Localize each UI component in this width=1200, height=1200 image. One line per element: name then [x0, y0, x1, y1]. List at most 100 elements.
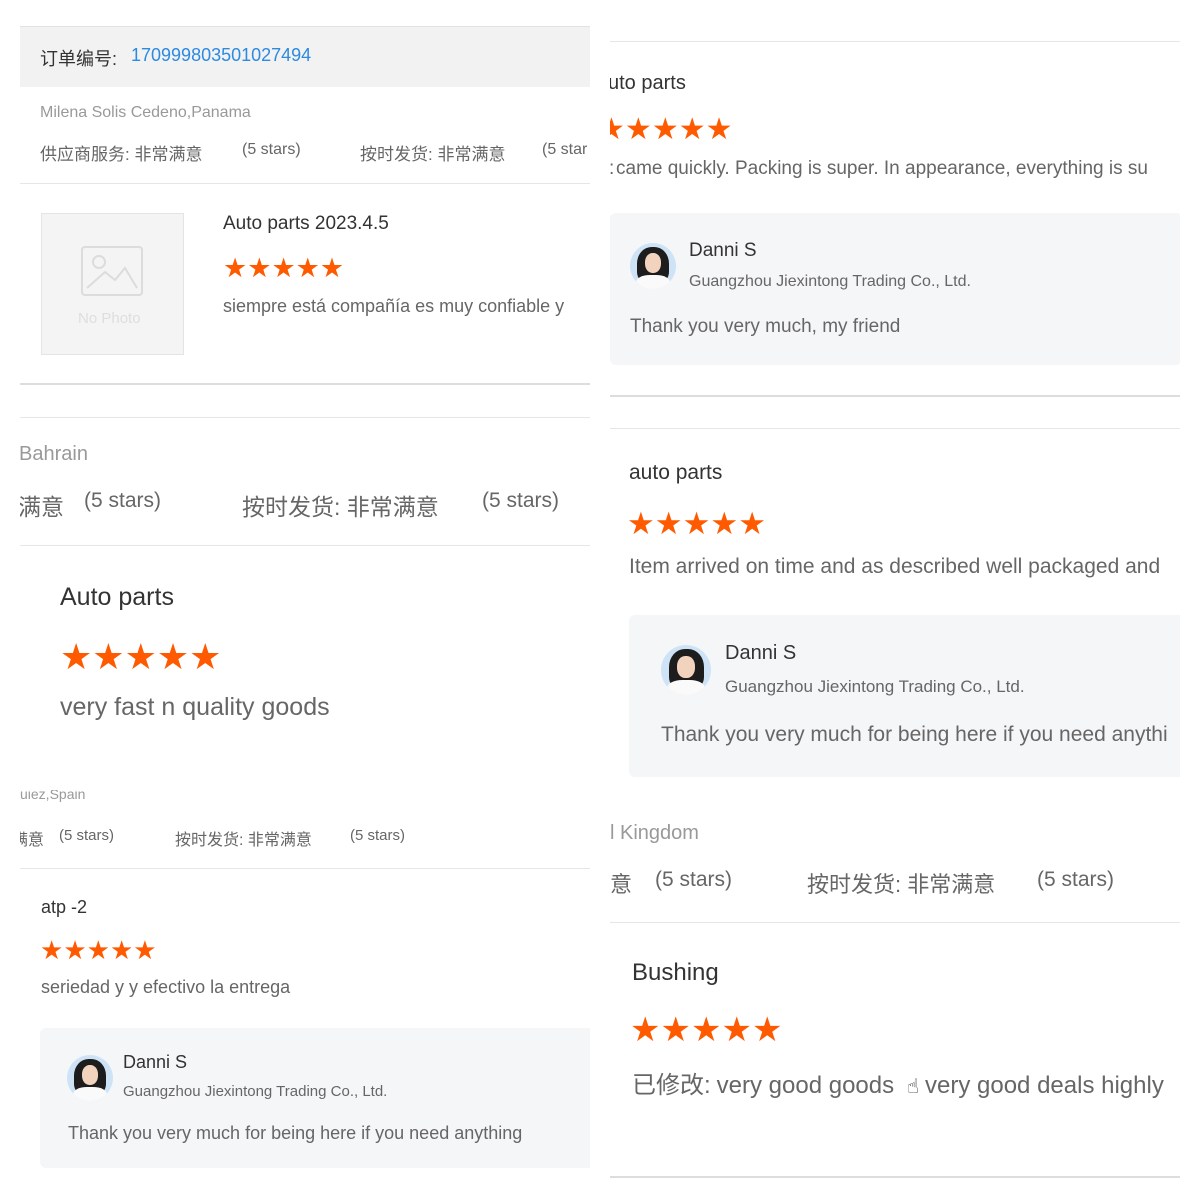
supplier-rating: 满意: [20, 494, 64, 520]
no-photo-label: No Photo: [78, 310, 141, 327]
divider: [20, 183, 590, 184]
star-icon: ★: [319, 253, 345, 283]
star-rating: ★★★★★: [223, 255, 344, 282]
star-icon: ★: [678, 113, 706, 146]
seller-reply: Danni S Guangzhou Jiexintong Trading Co.…: [629, 615, 1180, 777]
product-title[interactable]: uto parts: [610, 72, 686, 95]
star-icon: ★: [627, 506, 655, 541]
buyer-name: uiez,Spain: [20, 790, 86, 802]
star-icon: ★: [109, 935, 134, 965]
star-icon: ★: [86, 935, 110, 965]
divider: [20, 383, 590, 385]
star-icon: ★: [705, 113, 733, 146]
star-icon: ★: [124, 636, 157, 677]
seller-name: Danni S: [725, 642, 797, 664]
review-panel-3: Bahrain 满意 (5 stars) 按时发货: 非常满意 (5 stars…: [20, 400, 590, 780]
review-panel-1: 订单编号: 170999803501027494 Milena Solis Ce…: [20, 0, 590, 400]
divider: [610, 428, 1180, 429]
star-icon: ★: [63, 935, 87, 965]
star-icon: ★: [682, 506, 711, 541]
shipping-rating: 按时发货: 非常满意: [175, 832, 312, 849]
seller-reply: Danni S Guangzhou Jiexintong Trading Co.…: [610, 213, 1180, 365]
seller-company: Guangzhou Jiexintong Trading Co., Ltd.: [123, 1083, 388, 1100]
star-icon: ★: [660, 1011, 691, 1049]
star-icon: ★: [624, 113, 652, 146]
product-title[interactable]: Auto parts: [60, 583, 174, 612]
buyer-name: Bahrain: [20, 443, 88, 465]
star-icon: ★: [271, 253, 296, 283]
star-icon: ★: [40, 935, 64, 965]
seller-reply: Danni S Guangzhou Jiexintong Trading Co.…: [40, 1028, 590, 1168]
star-icon: ★: [223, 253, 248, 283]
supplier-rating: 意: [610, 872, 633, 897]
supplier-rating-stars: (5 stars): [59, 827, 115, 844]
image-placeholder-icon: [81, 246, 143, 296]
review-text: siempre está compañía es muy confiable y: [223, 296, 565, 316]
product-title[interactable]: atp -2: [41, 897, 87, 918]
seller-company: Guangzhou Jiexintong Trading Co., Ltd.: [689, 273, 971, 290]
product-title[interactable]: Bushing: [632, 959, 719, 987]
star-icon: ★: [721, 1011, 752, 1049]
star-icon: ★: [630, 1011, 661, 1049]
seller-name: Danni S: [123, 1052, 188, 1072]
text-fragment-mark: :: [610, 158, 614, 180]
product-thumbnail[interactable]: No Photo: [41, 213, 184, 355]
review-panel-6: l Kingdom 意 (5 stars) 按时发货: 非常满意 (5 star…: [610, 790, 1180, 1190]
star-rating: ★★★★★: [40, 937, 157, 963]
seller-company: Guangzhou Jiexintong Trading Co., Ltd.: [725, 677, 1025, 696]
review-text: came quickly. Packing is super. In appea…: [616, 158, 1148, 179]
review-panel-5: uiez,Spain 满意 (5 stars) 按时发货: 非常满意 (5 st…: [20, 790, 590, 1190]
supplier-rating-stars: (5 stars): [242, 141, 301, 158]
supplier-rating: 满意: [20, 832, 45, 849]
shipping-rating: 按时发货: 非常满意: [360, 145, 506, 164]
star-icon: ★: [156, 636, 190, 677]
product-title[interactable]: auto parts: [629, 461, 722, 485]
star-rating: ★★★★★: [627, 508, 766, 539]
seller-name: Danni S: [689, 240, 757, 261]
divider: [610, 395, 1180, 397]
review-body: very good goods: [716, 1072, 895, 1099]
thumbs-up-icon: ☝: [906, 1076, 919, 1098]
star-icon: ★: [654, 506, 683, 541]
seller-avatar: [630, 243, 676, 289]
review-text: Item arrived on time and as described we…: [629, 555, 1161, 578]
seller-avatar: [67, 1055, 113, 1101]
supplier-rating: 供应商服务: 非常满意: [40, 145, 203, 164]
shipping-rating-stars: (5 stars): [350, 827, 406, 844]
star-icon: ★: [751, 1011, 783, 1049]
reply-text: Thank you very much for being here if yo…: [68, 1123, 523, 1143]
review-edited-prefix: 已修改:: [632, 1072, 711, 1099]
reply-text: Thank you very much for being here if yo…: [661, 723, 1168, 746]
star-icon: ★: [738, 506, 766, 541]
review-panel-4: auto parts ★★★★★ Item arrived on time an…: [610, 400, 1180, 790]
divider: [20, 545, 590, 546]
star-rating: ★★★★★: [610, 115, 733, 145]
divider: [610, 41, 1180, 42]
divider: [20, 417, 590, 418]
star-icon: ★: [133, 935, 157, 965]
supplier-rating-stars: (5 stars): [655, 868, 733, 891]
shipping-rating-stars: (5 stars): [482, 489, 560, 512]
star-icon: ★: [295, 253, 320, 283]
shipping-rating: 按时发货: 非常满意: [807, 872, 996, 897]
divider: [610, 1176, 1180, 1178]
review-text: very fast n quality goods: [60, 693, 330, 721]
buyer-name: l Kingdom: [610, 822, 699, 844]
shipping-rating-stars: (5 stars): [1037, 868, 1115, 891]
star-icon: ★: [651, 113, 679, 146]
divider: [20, 868, 590, 869]
star-icon: ★: [610, 113, 625, 146]
order-number-link[interactable]: 170999803501027494: [131, 45, 311, 66]
seller-avatar: [661, 645, 711, 695]
star-icon: ★: [92, 636, 125, 677]
shipping-rating: 按时发货: 非常满意: [242, 494, 439, 520]
shipping-rating-stars: (5 star: [542, 141, 588, 158]
divider: [610, 922, 1180, 923]
supplier-rating-stars: (5 stars): [84, 489, 162, 512]
star-rating: ★★★★★: [630, 1013, 782, 1047]
review-text: 已修改: very good goods ☝ very good deals hig…: [632, 1065, 1164, 1100]
star-icon: ★: [710, 506, 739, 541]
review-text: seriedad y y efectivo la entrega: [41, 977, 291, 997]
star-icon: ★: [247, 253, 272, 283]
product-title[interactable]: Auto parts 2023.4.5: [223, 213, 389, 235]
